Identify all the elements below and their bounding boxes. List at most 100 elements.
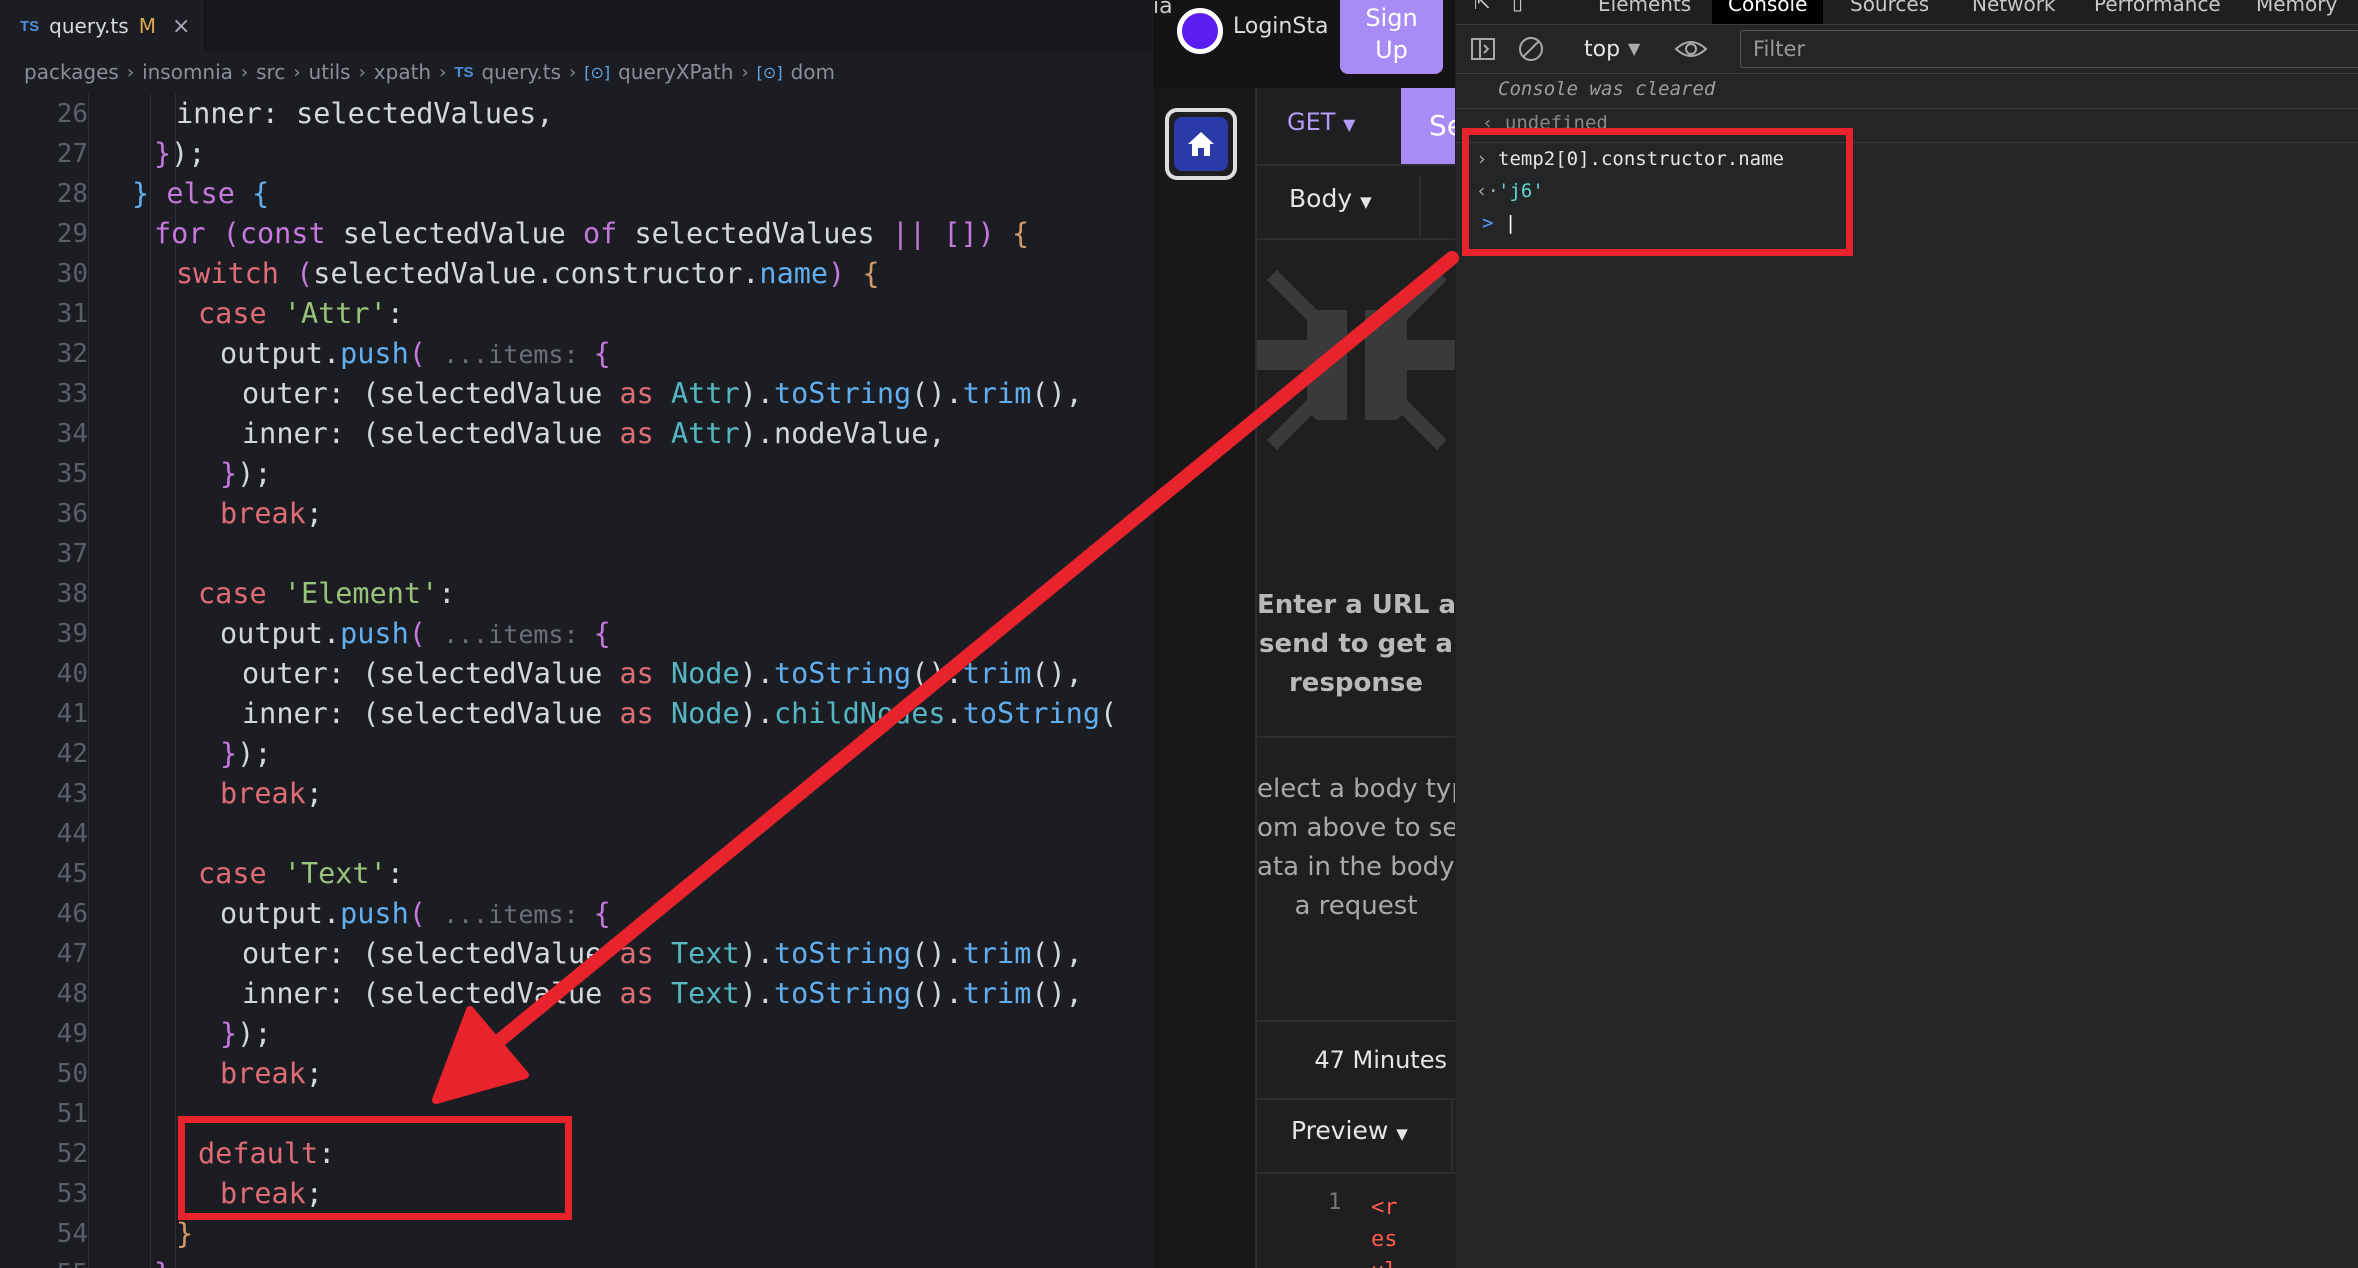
code-line[interactable]: 31 case 'Attr': bbox=[0, 294, 1152, 334]
code-line[interactable]: 53 break; bbox=[0, 1174, 1152, 1214]
typescript-icon: TS bbox=[454, 63, 474, 81]
code-line[interactable]: 35}); bbox=[0, 454, 1152, 494]
code-token: for bbox=[154, 217, 223, 250]
sidebar-toggle-icon[interactable] bbox=[1470, 37, 1498, 61]
code-token: (), bbox=[1031, 937, 1083, 970]
eye-icon[interactable] bbox=[1674, 37, 1708, 61]
code-line[interactable]: 39 output.push( ...items: { bbox=[0, 614, 1152, 654]
tab-console[interactable]: Console bbox=[1712, 0, 1824, 24]
body-type-message: elect a body typ om above to sen ata in … bbox=[1257, 770, 1455, 926]
inspect-icon[interactable]: ⇱ bbox=[1474, 0, 1491, 14]
breadcrumb-item[interactable]: packages bbox=[24, 60, 119, 84]
breadcrumb-item[interactable]: query.ts bbox=[481, 60, 561, 84]
code-token: { bbox=[862, 257, 880, 290]
code-line[interactable]: 46 output.push( ...items: { bbox=[0, 894, 1152, 934]
tab-sources[interactable]: Sources bbox=[1850, 0, 1929, 16]
code-token: } bbox=[220, 1017, 238, 1050]
code-line[interactable]: 26 inner: selectedValues, bbox=[0, 94, 1152, 134]
code-token: ) bbox=[977, 217, 1012, 250]
breadcrumb-item[interactable]: utils bbox=[309, 60, 351, 84]
code-editor[interactable]: TS query.ts M × packages › insomnia › src › ut… bbox=[0, 0, 1152, 1268]
code-lines[interactable]: 26 inner: selectedValues, 27}); 28} else { 2… bbox=[0, 94, 1152, 1268]
code-token: as bbox=[619, 977, 671, 1010]
code-line[interactable]: 29 for (const selectedValue of selectedVa… bbox=[0, 214, 1152, 254]
code-line[interactable]: 44 bbox=[0, 814, 1152, 854]
code-line[interactable]: 51 bbox=[0, 1094, 1152, 1134]
home-button[interactable] bbox=[1165, 108, 1237, 180]
code-line[interactable]: 50 break; bbox=[0, 1054, 1152, 1094]
code-line[interactable]: 27}); bbox=[0, 134, 1152, 174]
code-token: ); bbox=[171, 137, 206, 170]
context-selector[interactable]: top bbox=[1584, 37, 1620, 62]
line-number: 29 bbox=[56, 219, 88, 249]
code-token: || bbox=[891, 217, 944, 250]
line-number: 44 bbox=[56, 819, 88, 849]
chevron-down-icon[interactable]: ▼ bbox=[1628, 39, 1640, 58]
device-toolbar-icon[interactable]: ▯ bbox=[1512, 0, 1523, 14]
code-token: ). bbox=[739, 657, 774, 690]
code-line[interactable]: 43 break; bbox=[0, 774, 1152, 814]
code-token: case bbox=[198, 297, 284, 330]
code-token: (). bbox=[911, 937, 963, 970]
code-line[interactable]: 36 break; bbox=[0, 494, 1152, 534]
code-line[interactable]: 48 inner: (selectedValue as Text).toStrin… bbox=[0, 974, 1152, 1014]
code-line[interactable]: 47 outer: (selectedValue as Text).toStrin… bbox=[0, 934, 1152, 974]
tab-query-ts[interactable]: TS query.ts M × bbox=[0, 0, 205, 52]
code-token: (). bbox=[911, 657, 963, 690]
code-token: Node bbox=[670, 657, 740, 690]
code-token: . bbox=[945, 697, 963, 730]
line-number: 30 bbox=[56, 259, 88, 289]
code-line[interactable]: 40 outer: (selectedValue as Node).toStrin… bbox=[0, 654, 1152, 694]
code-line[interactable]: 37 bbox=[0, 534, 1152, 574]
tab-elements[interactable]: Elements bbox=[1598, 0, 1691, 16]
filter-input[interactable]: Filter bbox=[1740, 30, 2358, 68]
code-token: as bbox=[619, 657, 671, 690]
login-link[interactable]: LoginSta bbox=[1233, 14, 1328, 39]
code-line[interactable]: 42}); bbox=[0, 734, 1152, 774]
symbol-variable-icon: [⊙] bbox=[584, 62, 611, 82]
code-token: inner: (selectedValue bbox=[242, 697, 620, 730]
insomnia-logo[interactable] bbox=[1177, 8, 1223, 54]
line-number: 39 bbox=[56, 619, 88, 649]
code-line[interactable]: 45 case 'Text': bbox=[0, 854, 1152, 894]
sign-up-button[interactable]: Sign Up bbox=[1340, 0, 1443, 74]
code-line[interactable]: 30 switch (selectedValue.constructor.name… bbox=[0, 254, 1152, 294]
tab-performance[interactable]: Performance bbox=[2094, 0, 2221, 16]
send-button[interactable]: Se bbox=[1401, 88, 1455, 164]
editor-tab-bar: TS query.ts M × bbox=[0, 0, 1152, 52]
tab-memory[interactable]: Memory bbox=[2256, 0, 2337, 16]
code-token: ( bbox=[1100, 697, 1118, 730]
code-token: } bbox=[220, 737, 238, 770]
code-token: outer: (selectedValue bbox=[242, 377, 620, 410]
breadcrumb-item[interactable]: insomnia bbox=[142, 60, 233, 84]
line-text: break; bbox=[220, 494, 323, 534]
code-line[interactable]: 28} else { bbox=[0, 174, 1152, 214]
code-line[interactable]: 49}); bbox=[0, 1014, 1152, 1054]
breadcrumb-item[interactable]: dom bbox=[791, 60, 835, 84]
tab-network[interactable]: Network bbox=[1972, 0, 2056, 16]
breadcrumb-separator-icon: › bbox=[293, 61, 301, 83]
code-line[interactable]: 41 inner: (selectedValue as Node).childNo… bbox=[0, 694, 1152, 734]
breadcrumb-item[interactable]: src bbox=[256, 60, 285, 84]
line-number: 42 bbox=[56, 739, 88, 769]
body-dropdown[interactable]: Body ▼ bbox=[1289, 184, 1372, 213]
code-line[interactable]: 55} bbox=[0, 1254, 1152, 1268]
breadcrumb-separator-icon: › bbox=[569, 61, 577, 83]
code-line[interactable]: 33 outer: (selectedValue as Attr).toStrin… bbox=[0, 374, 1152, 414]
code-token: } bbox=[154, 1257, 171, 1268]
clear-console-icon[interactable] bbox=[1518, 36, 1546, 64]
breadcrumb-item[interactable]: queryXPath bbox=[618, 60, 733, 84]
code-line[interactable]: 52 default: bbox=[0, 1134, 1152, 1174]
code-token: as bbox=[619, 697, 671, 730]
code-line[interactable]: 34 inner: (selectedValue as Attr).nodeVal… bbox=[0, 414, 1152, 454]
code-line[interactable]: 38 case 'Element': bbox=[0, 574, 1152, 614]
close-icon[interactable]: × bbox=[172, 14, 190, 39]
breadcrumb-item[interactable]: xpath bbox=[374, 60, 431, 84]
code-line[interactable]: 54} bbox=[0, 1214, 1152, 1254]
breadcrumb-separator-icon: › bbox=[126, 61, 135, 83]
preview-dropdown[interactable]: Preview ▼ bbox=[1291, 1116, 1408, 1145]
code-token: as bbox=[619, 417, 671, 450]
method-dropdown[interactable]: GET ▼ bbox=[1287, 108, 1355, 136]
insomnia-sidebar bbox=[1153, 88, 1257, 1268]
code-line[interactable]: 32 output.push( ...items: { bbox=[0, 334, 1152, 374]
